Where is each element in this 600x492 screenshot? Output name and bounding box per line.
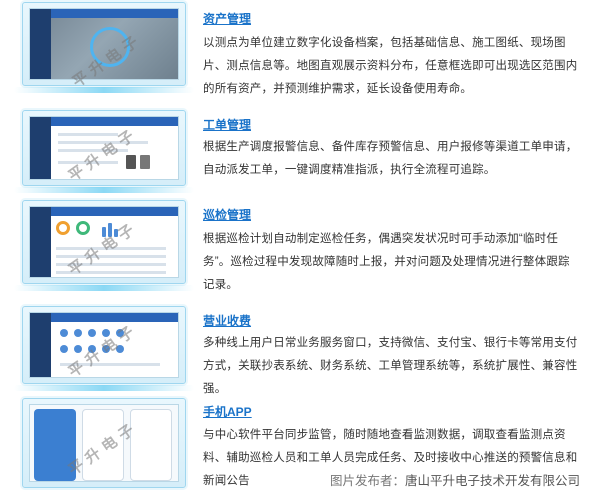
section-title[interactable]: 手机APP [203, 403, 252, 420]
thumb-glow [14, 87, 194, 93]
app-icon [88, 329, 96, 337]
screen-sidebar [30, 207, 51, 277]
section-description: 以测点为单位建立数字化设备档案，包括基础信息、施工图纸、现场图片、测点信息等。地… [203, 37, 578, 95]
screen-sidebar [30, 117, 51, 179]
screen-topbar [50, 117, 178, 126]
image-caption: 图片发布者：唐山平升电子技术开发有限公司 [330, 470, 580, 489]
section-title[interactable]: 营业收费 [203, 312, 251, 329]
section-description: 多种线上用户日常业务服务窗口，支持微信、支付宝、银行卡等常用支付方式，关联抄表系… [203, 337, 578, 395]
billing-screenshot-thumbnail: 平 升 电 子 [22, 306, 186, 384]
asset-screenshot-thumbnail: 平 升 电 子 [22, 2, 186, 91]
phone-screen-3 [130, 409, 172, 481]
section-description: 根据巡检计划自动制定巡检任务，偶遇突发状况时可手动添加“临时任务”。巡检过程中发… [203, 233, 570, 291]
screen-sidebar [30, 9, 51, 79]
app-icon [60, 345, 68, 353]
app-icon [74, 329, 82, 337]
gauge-ring [76, 221, 90, 235]
screen-topbar [50, 9, 178, 18]
section-description: 根据生产调度报警信息、备件库存预警信息、用户报修等渠道工单申请，自动派发工单，一… [203, 141, 578, 176]
thumb-glow [14, 285, 194, 291]
screen-sidebar [30, 313, 51, 377]
caption-label: 图片发布者： [329, 474, 405, 488]
mobile-screenshot-thumbnail: 平 升 电 子 [22, 398, 186, 488]
inspection-screenshot-thumbnail: 平 升 电 子 [22, 200, 186, 284]
section-title[interactable]: 巡检管理 [203, 206, 251, 223]
thumb-glow [14, 187, 194, 193]
thumb-glow [14, 385, 194, 391]
photo-block [126, 155, 136, 169]
section-title[interactable]: 资产管理 [203, 10, 251, 27]
app-icon [60, 329, 68, 337]
caption-value: 唐山平升电子技术开发有限公司 [404, 474, 580, 488]
section-title[interactable]: 工单管理 [203, 116, 251, 133]
gauge-ring [56, 221, 70, 235]
photo-block [140, 155, 150, 169]
screen-topbar [50, 313, 178, 322]
screen-topbar [50, 207, 178, 216]
workorder-screenshot-thumbnail: 平 升 电 子 [22, 110, 186, 186]
